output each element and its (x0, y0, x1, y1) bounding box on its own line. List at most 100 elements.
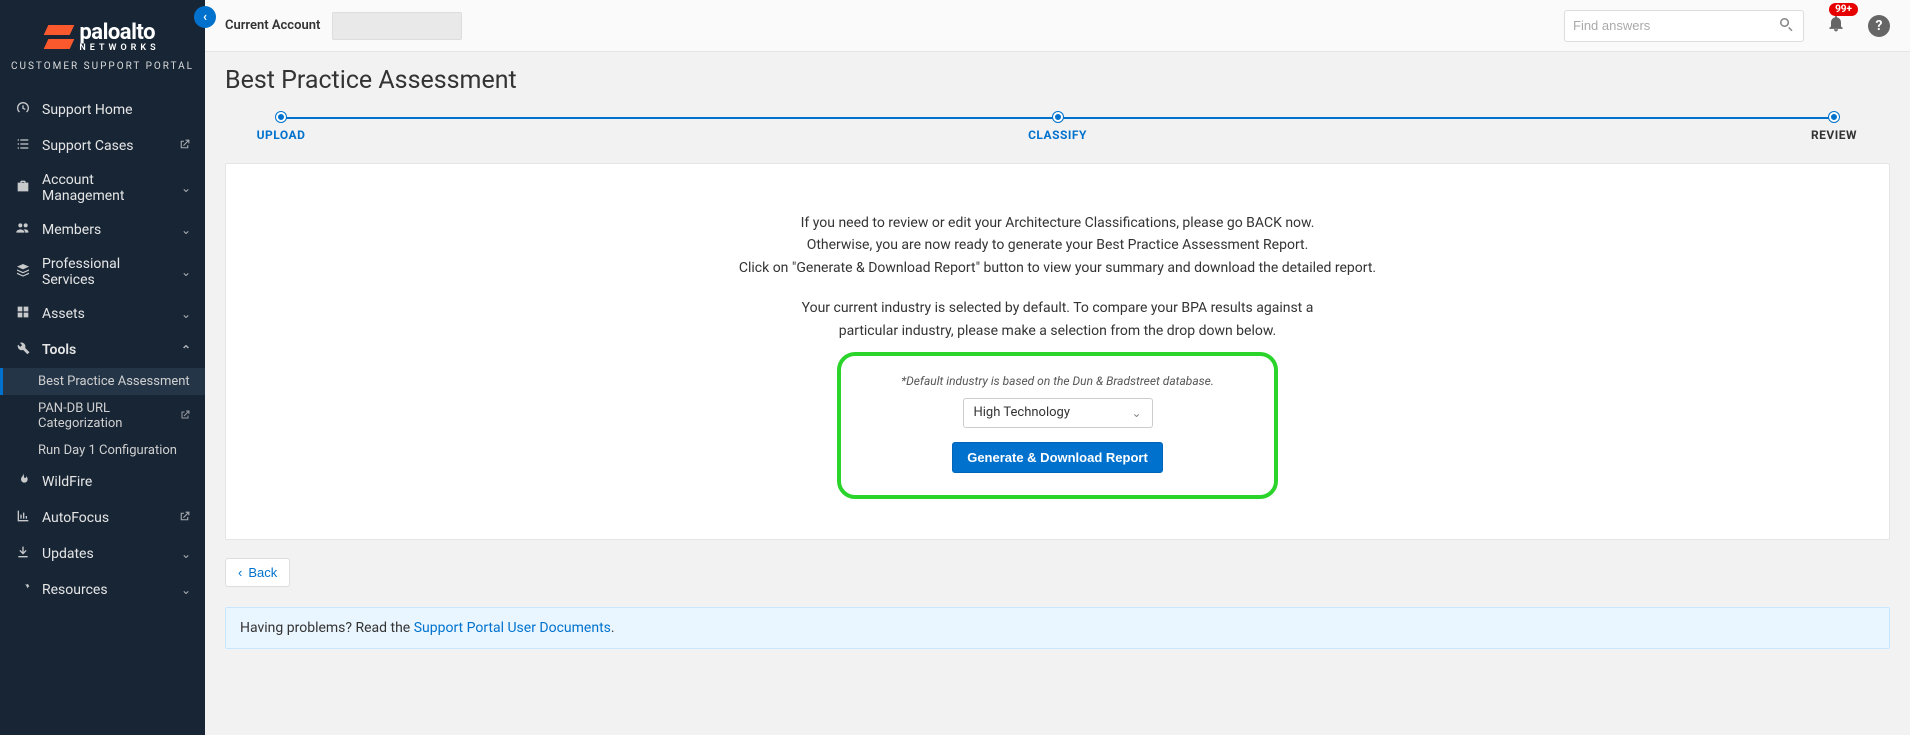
portal-subtitle: CUSTOMER SUPPORT PORTAL (0, 61, 205, 72)
external-link-icon (178, 510, 191, 526)
sidebar-item-autofocus[interactable]: AutoFocus (0, 500, 205, 536)
brand-logo: paloalto NETWORKS CUSTOMER SUPPORT PORTA… (0, 0, 205, 82)
chevron-up-icon: ⌃ (181, 343, 191, 357)
step-classify[interactable]: CLASSIFY (1002, 111, 1114, 142)
step-dot-icon (1053, 112, 1063, 122)
sidebar-item-label: Members (42, 222, 171, 238)
notification-count-badge: 99+ (1829, 3, 1858, 16)
help-button[interactable]: ? (1868, 15, 1890, 37)
sub-item-pandb[interactable]: PAN-DB URL Categorization (0, 395, 205, 437)
brand-name: paloalto (79, 20, 159, 45)
sidebar-item-support-home[interactable]: Support Home (0, 92, 205, 128)
step-label: UPLOAD (225, 128, 337, 142)
sidebar-item-updates[interactable]: Updates ⌄ (0, 536, 205, 572)
sidebar-item-label: WildFire (42, 474, 191, 490)
chart-icon (14, 508, 32, 528)
main: Current Account 99+ ? Best Practice Asse… (205, 0, 1910, 735)
step-upload[interactable]: UPLOAD (225, 111, 337, 142)
generate-download-button[interactable]: Generate & Download Report (952, 442, 1163, 473)
sidebar-item-resources[interactable]: Resources ⌄ (0, 572, 205, 608)
dashboard-icon (14, 100, 32, 120)
info-link[interactable]: Support Portal User Documents (414, 620, 611, 636)
paloalto-mark-icon (45, 23, 73, 51)
industry-highlight-box: *Default industry is based on the Dun & … (837, 352, 1278, 499)
step-label: REVIEW (1778, 128, 1890, 142)
sub-item-label: Run Day 1 Configuration (38, 443, 191, 458)
tools-submenu: Best Practice Assessment PAN-DB URL Cate… (0, 368, 205, 464)
external-link-icon (179, 409, 191, 424)
step-review[interactable]: REVIEW (1778, 111, 1890, 142)
question-icon: ? (1876, 18, 1883, 34)
sidebar-nav: Support Home Support Cases Account Manag… (0, 92, 205, 608)
instruction-text: Click on "Generate & Download Report" bu… (266, 257, 1849, 279)
instruction-text: particular industry, please make a selec… (266, 320, 1849, 342)
sidebar-item-label: Tools (42, 342, 171, 358)
list-icon (14, 136, 32, 156)
sidebar-item-wildfire[interactable]: WildFire (0, 464, 205, 500)
current-account-label: Current Account (225, 18, 320, 33)
sidebar-item-assets[interactable]: Assets ⌄ (0, 296, 205, 332)
info-suffix: . (611, 620, 615, 636)
page-title: Best Practice Assessment (225, 66, 1890, 95)
sidebar-item-label: Assets (42, 306, 171, 322)
industry-dropdown[interactable]: High Technology ⌄ (963, 398, 1153, 428)
chevron-down-icon: ⌄ (181, 265, 191, 279)
chevron-down-icon: ⌄ (181, 181, 191, 195)
instruction-text: If you need to review or edit your Archi… (266, 212, 1849, 234)
sidebar-collapse-button[interactable]: ‹ (194, 6, 216, 28)
back-button-label: Back (248, 565, 277, 580)
chevron-down-icon: ⌄ (181, 223, 191, 237)
dropdown-value: High Technology (974, 405, 1070, 420)
bell-icon (1826, 14, 1846, 38)
account-selector[interactable] (332, 12, 462, 40)
main-panel: If you need to review or edit your Archi… (225, 163, 1890, 540)
search-box[interactable] (1564, 10, 1804, 42)
sub-item-day1[interactable]: Run Day 1 Configuration (0, 437, 205, 464)
sidebar-item-label: Professional Services (42, 256, 171, 288)
info-prefix: Having problems? Read the (240, 620, 414, 636)
content: Best Practice Assessment UPLOAD CLASSIFY… (205, 52, 1910, 735)
chevron-down-icon: ⌄ (181, 307, 191, 321)
chevron-left-icon: ‹ (238, 565, 242, 580)
sidebar-item-label: Support Home (42, 102, 191, 118)
stepper: UPLOAD CLASSIFY REVIEW (225, 111, 1890, 153)
info-bar: Having problems? Read the Support Portal… (225, 607, 1890, 649)
sidebar-item-support-cases[interactable]: Support Cases (0, 128, 205, 164)
chevron-down-icon: ⌄ (181, 583, 191, 597)
gears-icon (14, 580, 32, 600)
sub-item-bpa[interactable]: Best Practice Assessment (0, 368, 205, 395)
chevron-down-icon: ⌄ (1131, 406, 1141, 420)
topbar: Current Account 99+ ? (205, 0, 1910, 52)
sidebar: ‹ paloalto NETWORKS CUSTOMER SUPPORT POR… (0, 0, 205, 735)
sidebar-item-label: Account Management (42, 172, 171, 204)
step-dot-icon (276, 112, 286, 122)
sidebar-item-label: Updates (42, 546, 171, 562)
sidebar-item-professional-services[interactable]: Professional Services ⌄ (0, 248, 205, 296)
fire-icon (14, 472, 32, 492)
chevron-left-icon: ‹ (203, 10, 207, 25)
users-icon (14, 220, 32, 240)
sidebar-item-label: Support Cases (42, 138, 168, 154)
brand-sub: NETWORKS (79, 43, 159, 53)
wrench-icon (14, 340, 32, 360)
sub-item-label: PAN-DB URL Categorization (38, 401, 179, 431)
sidebar-item-members[interactable]: Members ⌄ (0, 212, 205, 248)
briefcase-icon (14, 178, 32, 198)
instruction-text: Otherwise, you are now ready to generate… (266, 234, 1849, 256)
stack-icon (14, 262, 32, 282)
download-icon (14, 544, 32, 564)
search-icon[interactable] (1777, 15, 1795, 37)
notifications-button[interactable]: 99+ (1826, 13, 1846, 38)
sidebar-item-label: AutoFocus (42, 510, 168, 526)
chevron-down-icon: ⌄ (181, 547, 191, 561)
back-button[interactable]: ‹ Back (225, 558, 290, 587)
grid-icon (14, 304, 32, 324)
step-dot-icon (1829, 112, 1839, 122)
external-link-icon (178, 138, 191, 154)
search-input[interactable] (1573, 18, 1771, 33)
sub-item-label: Best Practice Assessment (38, 374, 191, 389)
sidebar-item-account-management[interactable]: Account Management ⌄ (0, 164, 205, 212)
sidebar-item-label: Resources (42, 582, 171, 598)
instruction-text: Your current industry is selected by def… (266, 297, 1849, 319)
sidebar-item-tools[interactable]: Tools ⌃ (0, 332, 205, 368)
